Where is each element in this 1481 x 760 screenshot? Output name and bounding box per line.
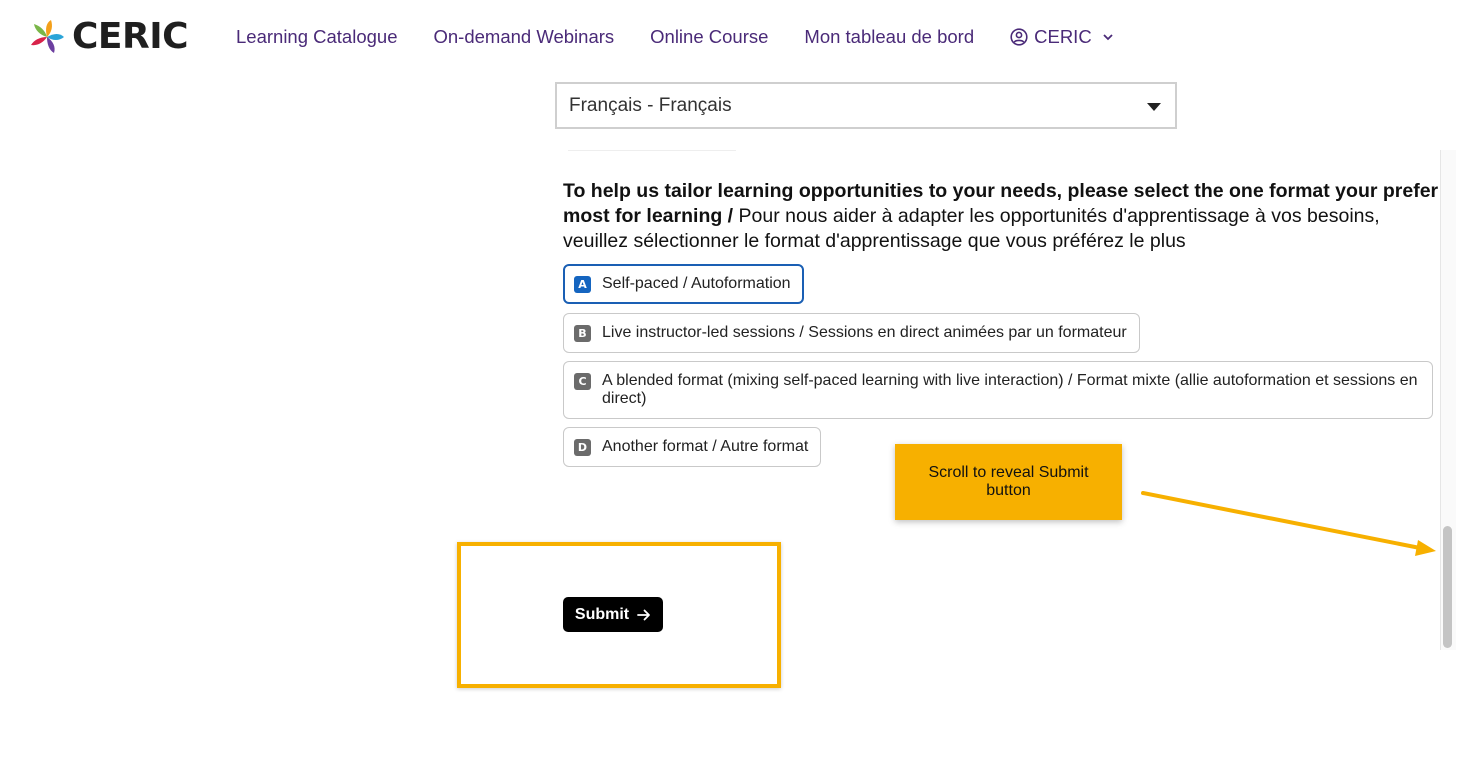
option-key-a: A: [574, 276, 591, 293]
option-key-c: C: [574, 373, 591, 390]
chevron-down-icon: [1103, 34, 1113, 41]
option-label-c: A blended format (mixing self-paced lear…: [602, 372, 1418, 407]
option-b[interactable]: B Live instructor-led sessions / Session…: [563, 313, 1140, 353]
option-key-b: B: [574, 325, 591, 342]
option-a[interactable]: A Self-paced / Autoformation: [563, 264, 804, 304]
callout-text: Scroll to reveal Submit button: [928, 464, 1089, 499]
language-select[interactable]: Français - Français: [555, 82, 1177, 129]
scrollbar-thumb[interactable]: [1443, 526, 1452, 648]
option-label-b: Live instructor-led sessions / Sessions …: [602, 324, 1127, 341]
option-key-d: D: [574, 439, 591, 456]
logo-flower-icon: [31, 20, 64, 53]
divider: [568, 150, 736, 151]
main-nav: Learning Catalogue On-demand Webinars On…: [236, 25, 1114, 49]
option-c[interactable]: C A blended format (mixing self-paced le…: [563, 361, 1433, 419]
option-label-a: Self-paced / Autoformation: [602, 275, 791, 292]
nav-on-demand-webinars[interactable]: On-demand Webinars: [434, 25, 615, 49]
nav-learning-catalogue[interactable]: Learning Catalogue: [236, 25, 398, 49]
language-select-value: Français - Français: [569, 94, 732, 116]
user-circle-icon: [1010, 28, 1028, 46]
account-menu[interactable]: CERIC: [1010, 25, 1114, 49]
arrow-right-icon: [637, 609, 651, 620]
submit-label: Submit: [574, 605, 630, 623]
nav-online-course[interactable]: Online Course: [650, 25, 768, 49]
caret-down-icon: [1147, 103, 1161, 111]
option-d[interactable]: D Another format / Autre format: [563, 427, 822, 467]
submit-button[interactable]: Submit: [563, 597, 663, 632]
nav-mon-tableau-de-bord[interactable]: Mon tableau de bord: [804, 25, 974, 49]
account-label: CERIC: [1034, 26, 1092, 47]
logo-text: CERIC: [72, 16, 189, 57]
scroll-callout: Scroll to reveal Submit button: [895, 444, 1122, 520]
question-text: To help us tailor learning opportunities…: [563, 179, 1443, 254]
ceric-logo[interactable]: CERIC: [28, 16, 189, 57]
option-label-d: Another format / Autre format: [602, 438, 809, 455]
